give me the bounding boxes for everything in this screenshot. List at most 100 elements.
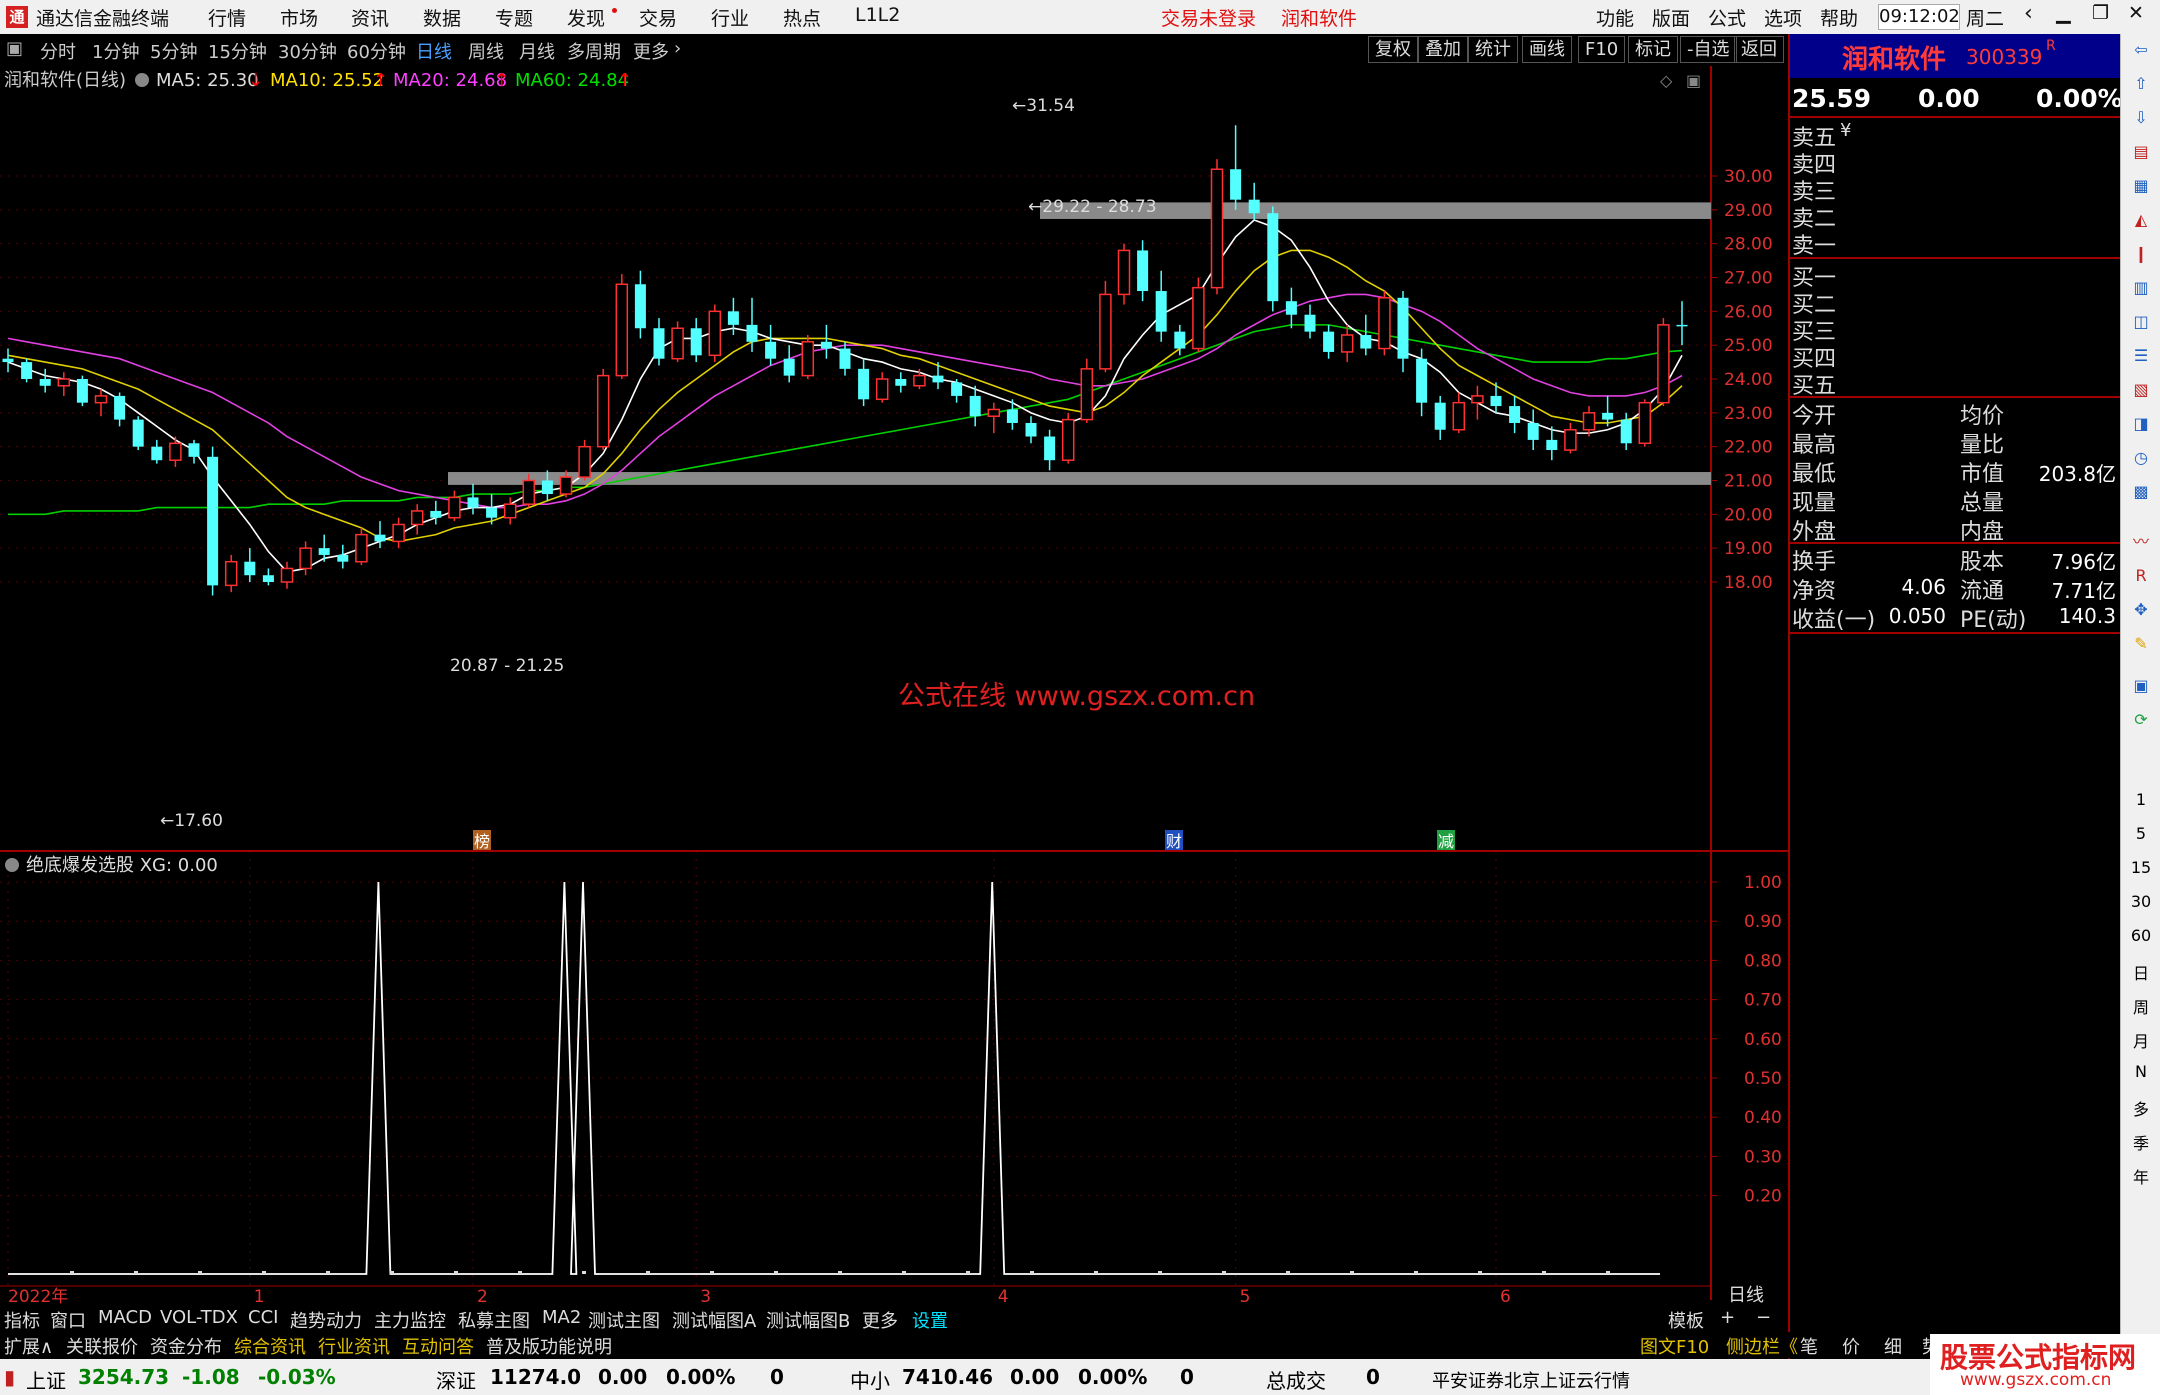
toolbar-kline-icon[interactable]: ❙ [2129, 242, 2153, 266]
tab-vol-tdx[interactable]: VOL-TDX [160, 1307, 238, 1328]
tab-daily[interactable]: 日线 [416, 38, 452, 64]
toolbar-quarter[interactable]: 季 [2121, 1130, 2160, 1154]
sh-name[interactable]: 上证 [26, 1365, 66, 1394]
tab-jia[interactable]: 价 [1842, 1333, 1860, 1359]
tab-multi-period[interactable]: 多周期 [567, 38, 621, 64]
sz-name[interactable]: 深证 [436, 1365, 476, 1394]
btn-huaxian[interactable]: 画线 [1522, 36, 1572, 63]
toolbar-30min[interactable]: 30 [2121, 892, 2160, 911]
toolbar-1min[interactable]: 1 [2121, 790, 2160, 809]
toolbar-doc-icon[interactable]: ▧ [2129, 378, 2153, 402]
nav-back-icon[interactable]: ‹ [2024, 1, 2033, 26]
remove-pane-button[interactable]: − [1756, 1307, 1771, 1328]
tab-f10-text[interactable]: 图文F10 [1640, 1333, 1709, 1359]
indicator-settings-icon[interactable] [5, 858, 19, 872]
tab-1min[interactable]: 1分钟 [92, 38, 139, 64]
btn-fanhui[interactable]: 返回 [1734, 36, 1784, 63]
toolbar-wave-icon[interactable]: 〰 [2129, 530, 2153, 554]
tab-private-main[interactable]: 私募主图 [458, 1307, 530, 1333]
kline-chart[interactable]: 润和软件(日线) MA5: 25.30 ↓ MA10: 25.52 ↑ MA20… [0, 66, 1788, 1306]
toolbar-news-icon[interactable]: ▥ [2129, 276, 2153, 300]
tab-test-main[interactable]: 测试主图 [588, 1307, 660, 1333]
menu-item-shuju[interactable]: 数据 [423, 4, 461, 31]
menu-item-xuanxiang[interactable]: 选项 [1764, 4, 1802, 31]
tab-cci[interactable]: CCI [248, 1307, 278, 1328]
tab-test-sub-a[interactable]: 测试幅图A [672, 1307, 756, 1333]
tab-feature-desc[interactable]: 普及版功能说明 [486, 1333, 612, 1359]
tab-15min[interactable]: 15分钟 [208, 38, 267, 64]
tab-weekly[interactable]: 周线 [468, 38, 504, 64]
toolbar-down-icon[interactable]: ⇩ [2129, 106, 2153, 130]
tab-more[interactable]: 更多 [633, 38, 669, 64]
menu-item-hangqing[interactable]: 行情 [208, 4, 246, 31]
add-pane-button[interactable]: + [1720, 1307, 1735, 1328]
btn-biaoji[interactable]: 标记 [1628, 36, 1678, 63]
toolbar-n[interactable]: N [2121, 1062, 2160, 1081]
btn-f10[interactable]: F10 [1578, 36, 1626, 63]
tab-trend-power[interactable]: 趋势动力 [290, 1307, 362, 1333]
diamond-icon[interactable]: ◇ [1660, 71, 1673, 90]
tab-zhibiao[interactable]: 指标 [4, 1307, 40, 1333]
minimize-icon[interactable]: ▁ [2056, 2, 2071, 24]
toolbar-year[interactable]: 年 [2121, 1164, 2160, 1188]
menu-item-bangzhu[interactable]: 帮助 [1820, 4, 1858, 31]
btn-zixuan[interactable]: -自选 [1680, 36, 1737, 63]
toolbar-month[interactable]: 月 [2121, 1028, 2160, 1052]
panel-toggle-icon[interactable]: ▣ [6, 38, 23, 59]
tab-5min[interactable]: 5分钟 [150, 38, 197, 64]
restore-icon[interactable]: ❐ [2092, 2, 2109, 24]
toolbar-rsi-icon[interactable]: R [2129, 564, 2153, 588]
tab-chuangkou[interactable]: 窗口 [50, 1307, 86, 1333]
pane-expand-icon[interactable]: ▣ [1686, 71, 1701, 90]
tab-test-sub-b[interactable]: 测试幅图B [766, 1307, 850, 1333]
toolbar-list-icon[interactable]: ☰ [2129, 344, 2153, 368]
zx-name[interactable]: 中小 [850, 1365, 890, 1394]
toolbar-5min[interactable]: 5 [2121, 824, 2160, 843]
tab-macd[interactable]: MACD [98, 1307, 152, 1328]
tab-main-monitor[interactable]: 主力监控 [374, 1307, 446, 1333]
btn-fuquan[interactable]: 复权 [1368, 36, 1418, 63]
toolbar-up-icon[interactable]: ⇧ [2129, 72, 2153, 96]
toolbar-refresh-icon[interactable]: ⟳ [2129, 708, 2153, 732]
login-status[interactable]: 交易未登录 [1161, 4, 1256, 31]
candles[interactable] [2, 125, 1688, 596]
tab-qa[interactable]: 互动问答 [402, 1333, 474, 1359]
toolbar-trend-icon[interactable]: ◭ [2129, 208, 2153, 232]
menu-item-gongneng[interactable]: 功能 [1596, 4, 1634, 31]
menu-item-redian[interactable]: 热点 [783, 4, 821, 31]
toolbar-table-icon[interactable]: ▦ [2129, 174, 2153, 198]
toolbar-quote-icon[interactable]: ▤ [2129, 140, 2153, 164]
legend-settings-icon[interactable] [135, 73, 149, 87]
menu-item-hangye[interactable]: 行业 [711, 4, 749, 31]
menu-item-shichang[interactable]: 市场 [280, 4, 318, 31]
tab-ma2[interactable]: MA2 [542, 1307, 581, 1328]
tab-sidebar[interactable]: 侧边栏《 [1726, 1333, 1798, 1359]
toolbar-clock-icon[interactable]: ◷ [2129, 446, 2153, 470]
toolbar-day[interactable]: 日 [2121, 960, 2160, 984]
tab-xi[interactable]: 细 [1884, 1333, 1902, 1359]
menu-item-jiaoyi[interactable]: 交易 [639, 4, 677, 31]
toolbar-15min[interactable]: 15 [2121, 858, 2160, 877]
menu-item-zixun[interactable]: 资讯 [351, 4, 389, 31]
tab-fund-dist[interactable]: 资金分布 [150, 1333, 222, 1359]
menu-item-l1l2[interactable]: L1L2 [855, 4, 900, 26]
toolbar-move-icon[interactable]: ✥ [2129, 598, 2153, 622]
tab-related-quote[interactable]: 关联报价 [66, 1333, 138, 1359]
toolbar-multi[interactable]: 多 [2121, 1096, 2160, 1120]
tab-general-news[interactable]: 综合资讯 [234, 1333, 306, 1359]
tab-monthly[interactable]: 月线 [519, 38, 555, 64]
btn-tongji[interactable]: 统计 [1468, 36, 1518, 63]
toolbar-week[interactable]: 周 [2121, 994, 2160, 1018]
menu-item-gongshi[interactable]: 公式 [1708, 4, 1746, 31]
tab-60min[interactable]: 60分钟 [347, 38, 406, 64]
close-icon[interactable]: ✕ [2128, 2, 2144, 24]
toolbar-60min[interactable]: 60 [2121, 926, 2160, 945]
toolbar-pen-icon[interactable]: ✎ [2129, 632, 2153, 656]
toolbar-fund-icon[interactable]: ▩ [2129, 480, 2153, 504]
toolbar-f2-icon[interactable]: ◨ [2129, 412, 2153, 436]
tab-more-ind[interactable]: 更多 [862, 1307, 898, 1333]
menu-item-faxian[interactable]: 发现 [567, 4, 605, 31]
tab-settings[interactable]: 设置 [912, 1307, 948, 1333]
tab-fenshi[interactable]: 分时 [40, 38, 76, 64]
toolbar-fs-icon[interactable]: ▣ [2129, 674, 2153, 698]
